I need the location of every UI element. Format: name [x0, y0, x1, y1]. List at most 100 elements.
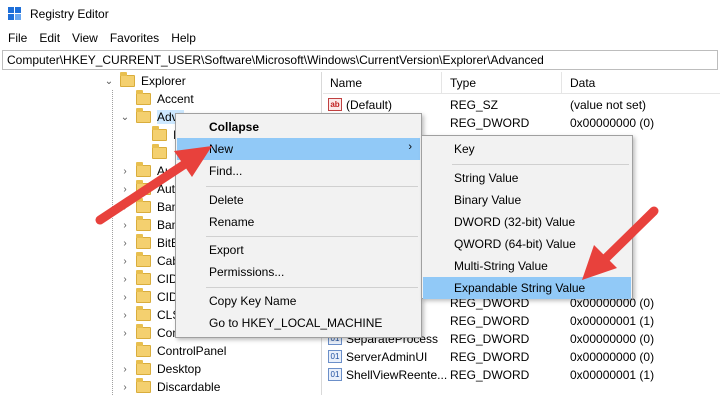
folder-icon [136, 252, 151, 267]
context-menu: Collapse New › Find... Delete Rename Exp… [175, 113, 422, 338]
folder-icon [136, 288, 151, 303]
submenu-item-expandable-string-value[interactable]: Expandable String Value [423, 277, 631, 299]
menu-help[interactable]: Help [167, 31, 200, 45]
submenu-item-string-value[interactable]: String Value [423, 167, 631, 189]
menu-separator [206, 236, 418, 237]
submenu-item-key[interactable]: Key [423, 138, 631, 160]
tree-item[interactable]: › Cab [120, 252, 179, 270]
tree-item[interactable]: › Com [120, 324, 182, 342]
table-row[interactable]: ab (Default) REG_SZ (value not set) [323, 96, 720, 114]
menu-item-copy-key-name[interactable]: Copy Key Name [177, 290, 420, 312]
window-title: Registry Editor [30, 7, 109, 21]
chevron-right-icon[interactable]: › [120, 220, 130, 231]
cell-type: REG_DWORD [450, 332, 530, 346]
menu-item-permissions[interactable]: Permissions... [177, 261, 420, 283]
binary-value-icon: 01 [328, 368, 342, 381]
chevron-right-icon[interactable]: › [120, 256, 130, 267]
menu-item-new[interactable]: New › [177, 138, 420, 160]
folder-icon [136, 162, 151, 177]
tree-item[interactable]: › CLS [120, 306, 180, 324]
tree-item-subkey[interactable]: I [152, 126, 176, 144]
menu-view[interactable]: View [68, 31, 102, 45]
chevron-right-icon: › [408, 141, 412, 153]
folder-icon [120, 72, 135, 87]
cell-name: ShellViewReente... [346, 368, 448, 382]
tree-item-controlpanel[interactable]: ControlPanel [120, 342, 226, 360]
menu-item-collapse[interactable]: Collapse [177, 116, 420, 138]
cell-name: ServerAdminUI [346, 350, 428, 364]
tree-item-desktop[interactable]: › Desktop [120, 360, 201, 378]
menu-bar: File Edit View Favorites Help [0, 28, 720, 48]
menu-item-goto-hklm[interactable]: Go to HKEY_LOCAL_MACHINE [177, 312, 420, 334]
folder-icon [136, 90, 151, 105]
menu-separator [206, 287, 418, 288]
chevron-right-icon[interactable]: › [120, 166, 130, 177]
menu-item-export[interactable]: Export [177, 239, 420, 261]
tree-item[interactable]: › Aut [120, 180, 175, 198]
submenu-item-dword-value[interactable]: DWORD (32-bit) Value [423, 211, 631, 233]
menu-item-rename[interactable]: Rename [177, 211, 420, 233]
menu-file[interactable]: File [4, 31, 31, 45]
tree-item[interactable]: › CID [120, 270, 178, 288]
menu-item-find[interactable]: Find... [177, 160, 420, 182]
cell-name: (Default) [346, 98, 393, 112]
cell-data: (value not set) [570, 98, 647, 112]
column-type[interactable]: Type [450, 76, 476, 90]
table-row[interactable]: 01 ServerAdminUI REG_DWORD 0x00000000 (0) [323, 348, 720, 366]
tree-item-discardable[interactable]: › Discardable [120, 378, 220, 395]
folder-icon [136, 234, 151, 249]
chevron-right-icon[interactable]: › [120, 292, 130, 303]
menu-item-delete[interactable]: Delete [177, 189, 420, 211]
cell-data: 0x00000001 (1) [570, 368, 655, 382]
string-value-icon: ab [328, 98, 342, 111]
folder-icon [136, 360, 151, 375]
tree-item[interactable]: › Au [120, 162, 172, 180]
submenu-item-qword-value[interactable]: QWORD (64-bit) Value [423, 233, 631, 255]
chevron-right-icon[interactable]: › [120, 364, 130, 375]
folder-icon [136, 108, 151, 123]
registry-editor-icon [8, 7, 22, 21]
chevron-down-icon[interactable]: ⌄ [104, 76, 114, 87]
column-name[interactable]: Name [330, 76, 362, 90]
folder-icon [136, 342, 151, 357]
folder-icon [136, 180, 151, 195]
cell-data: 0x00000000 (0) [570, 332, 655, 346]
tree-item[interactable]: › Ban [120, 198, 178, 216]
cell-data: 0x00000001 (1) [570, 314, 655, 328]
folder-icon [136, 216, 151, 231]
folder-icon [136, 198, 151, 213]
tree-guide-line [112, 90, 113, 395]
tree-item[interactable]: › CID [120, 288, 178, 306]
folder-icon [152, 144, 167, 159]
menu-edit[interactable]: Edit [35, 31, 64, 45]
tree-item[interactable]: › BitB [120, 234, 179, 252]
table-row[interactable]: 01 ShellViewReente... REG_DWORD 0x00000001 … [323, 366, 720, 384]
cell-data: 0x00000000 (0) [570, 116, 655, 130]
chevron-right-icon[interactable]: › [120, 328, 130, 339]
new-submenu: Key String Value Binary Value DWORD (32-… [421, 135, 633, 299]
submenu-item-binary-value[interactable]: Binary Value [423, 189, 631, 211]
binary-value-icon: 01 [328, 350, 342, 363]
folder-icon [136, 324, 151, 339]
chevron-right-icon[interactable]: › [120, 238, 130, 249]
cell-data: 0x00000000 (0) [570, 350, 655, 364]
submenu-item-multi-string-value[interactable]: Multi-String Value [423, 255, 631, 277]
cell-type: REG_DWORD [450, 314, 530, 328]
tree-item-accent[interactable]: Accent [120, 90, 194, 108]
tree-item-explorer[interactable]: ⌄ Explorer [104, 72, 186, 90]
chevron-right-icon[interactable]: › [120, 202, 130, 213]
column-data[interactable]: Data [570, 76, 595, 90]
address-bar[interactable]: Computer\HKEY_CURRENT_USER\Software\Micr… [2, 50, 718, 70]
menu-favorites[interactable]: Favorites [106, 31, 163, 45]
cell-type: REG_DWORD [450, 116, 530, 130]
title-bar: Registry Editor [0, 0, 720, 28]
chevron-right-icon[interactable]: › [120, 274, 130, 285]
chevron-right-icon[interactable]: › [120, 310, 130, 321]
chevron-down-icon[interactable]: ⌄ [120, 112, 130, 123]
tree-item[interactable]: › Ban [120, 216, 178, 234]
cell-type: REG_DWORD [450, 350, 530, 364]
chevron-right-icon[interactable]: › [120, 382, 130, 393]
tree-item-subkey[interactable] [152, 144, 173, 162]
chevron-right-icon[interactable]: › [120, 184, 130, 195]
cell-type: REG_DWORD [450, 368, 530, 382]
